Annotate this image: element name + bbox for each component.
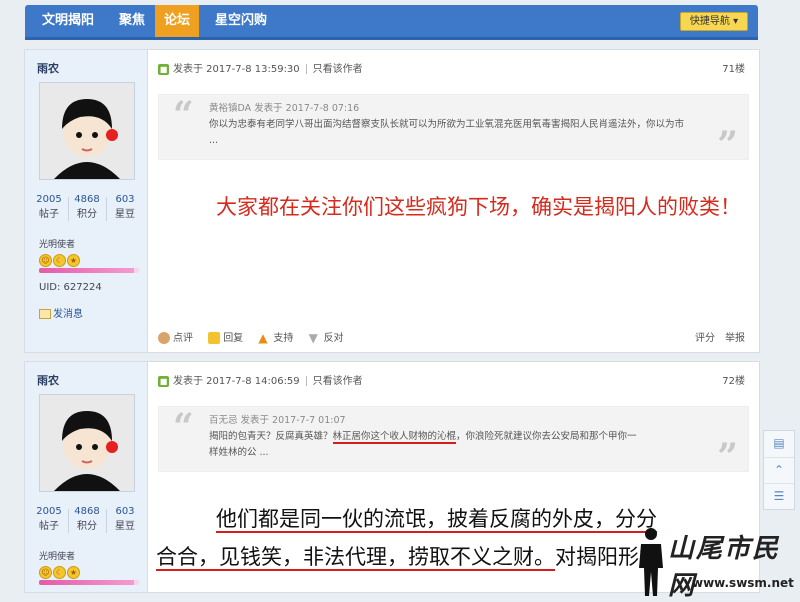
star-medal-icon[interactable]: ★ (67, 566, 80, 579)
watermark-text: 山尾市民网 (668, 534, 781, 601)
author-name[interactable]: 雨农 (37, 372, 59, 388)
forum-post: 雨农 2005 帖子 4868 积分 (24, 49, 760, 353)
floor-number[interactable]: 72楼 (722, 372, 745, 387)
moon-medal-icon[interactable]: ☾ (53, 254, 66, 267)
stat-posts[interactable]: 2005 帖子 (31, 506, 67, 532)
back-to-top-icon[interactable]: ⌃ (764, 457, 794, 483)
only-author-link[interactable]: 只看该作者 (313, 376, 363, 387)
star-medal-icon[interactable]: ★ (67, 254, 80, 267)
quote-open-icon: “ (173, 94, 194, 136)
avatar-image (40, 395, 134, 491)
watermark: 山尾市民网 www.swsm.net (636, 526, 800, 601)
post-time: 发表于 2017-7-8 14:06:59 (173, 376, 300, 387)
post-online-icon: ■ (158, 63, 169, 75)
author-stats: 2005 帖子 4868 积分 603 星豆 (31, 506, 143, 536)
reply-button[interactable]: 回复 (208, 326, 243, 352)
list-icon[interactable]: ☰ (764, 483, 794, 509)
quote-author: 黄裕镇DA 发表于 2017-7-8 07:16 (209, 103, 360, 114)
stat-stars[interactable]: 603 星豆 (107, 506, 143, 532)
watermark-url: www.swsm.net (692, 576, 794, 590)
nav-item-wenming[interactable]: 文明揭阳 (29, 5, 107, 37)
nav-item-forum[interactable]: 论坛 (155, 5, 199, 37)
send-message-link[interactable]: 发消息 (39, 305, 83, 320)
level-progress-bar (39, 580, 139, 585)
sun-medal-icon[interactable]: ☺ (39, 254, 52, 267)
post-actions: 点评 回复 ▲ 支持 ▼ 反对 评分 举报 (158, 326, 749, 352)
envelope-icon (39, 309, 51, 319)
top-nav-bar: 文明揭阳 聚焦 论坛 星空闪购 快捷导航 ▾ (25, 5, 758, 40)
quote-text: 你以为忠泰有老同学八哥出面沟结督察支队长就可以为所欲为工业氧混充医用氧毒害揭阳人… (209, 119, 685, 146)
stat-stars[interactable]: 603 星豆 (107, 194, 143, 220)
comment-button[interactable]: 点评 (158, 326, 193, 352)
avatar[interactable] (39, 82, 135, 180)
post-body: 大家都在关注你们这些疯狗下场，确实是揭阳人的败类！ (216, 195, 741, 219)
quote-text: 揭阳的包青天？反腐真英雄？林正居你这个收人财物的沁棍，你浪险死就建议你去公安局和… (209, 431, 637, 458)
nav-item-flash-sale[interactable]: 星空闪购 (203, 5, 279, 37)
stat-points[interactable]: 4868 积分 (69, 506, 105, 532)
chevron-down-icon: ▾ (733, 16, 739, 27)
author-stats: 2005 帖子 4868 积分 603 星豆 (31, 194, 143, 224)
reply-icon (208, 332, 221, 344)
person-silhouette-icon (639, 528, 663, 596)
quote-author: 百无忌 发表于 2017-7-7 01:07 (209, 415, 346, 426)
underlined-name: 林正居你这个收人财物的沁棍 (332, 431, 457, 444)
moon-medal-icon[interactable]: ☾ (53, 566, 66, 579)
medal-row: ☺ ☾ ★ (39, 564, 81, 579)
user-id: UID: 627224 (39, 282, 102, 293)
report-button[interactable]: 举报 (725, 326, 745, 352)
quote-block: “ 百无忌 发表于 2017-7-7 01:07 揭阳的包青天？反腐真英雄？林正… (158, 406, 749, 477)
quote-close-icon: ” (717, 436, 738, 478)
thumbs-down-icon: ▼ (308, 331, 318, 345)
avatar[interactable] (39, 394, 135, 492)
stat-posts[interactable]: 2005 帖子 (31, 194, 67, 220)
post-online-icon: ■ (158, 375, 169, 387)
post-meta: ■ 发表于 2017-7-8 13:59:30 只看该作者 71楼 (158, 60, 749, 75)
rate-button[interactable]: 评分 (695, 326, 715, 352)
post-meta: ■ 发表于 2017-7-8 14:06:59 只看该作者 72楼 (158, 372, 749, 387)
stat-points[interactable]: 4868 积分 (69, 194, 105, 220)
only-author-link[interactable]: 只看该作者 (313, 64, 363, 75)
level-progress-bar (39, 268, 139, 273)
thumbs-up-icon: ▲ (258, 331, 268, 345)
nav-item-focus[interactable]: 聚焦 (107, 5, 157, 37)
post-content: ■ 发表于 2017-7-8 13:59:30 只看该作者 71楼 “ 黄裕镇DA … (148, 50, 759, 352)
author-name[interactable]: 雨农 (37, 60, 59, 76)
quick-reply-icon[interactable]: ▤ (764, 431, 794, 456)
floor-number[interactable]: 71楼 (722, 60, 745, 75)
quote-block: “ 黄裕镇DA 发表于 2017-7-8 07:16 你以为忠泰有老同学八哥出面… (158, 94, 749, 165)
quote-close-icon: ” (717, 124, 738, 166)
avatar-image (40, 83, 134, 179)
user-rank[interactable]: 光明使者 (39, 237, 75, 250)
author-sidebar: 雨农 2005 帖子 4868 积分 (25, 50, 148, 352)
quick-nav-label: 快捷导航 (689, 16, 730, 27)
post-time: 发表于 2017-7-8 13:59:30 (173, 64, 300, 75)
author-sidebar: 雨农 2005 帖子 4868 积分 (25, 362, 148, 592)
support-button[interactable]: ▲ 支持 (258, 326, 293, 352)
user-rank[interactable]: 光明使者 (39, 549, 75, 562)
floating-toolbar: ▤ ⌃ ☰ (763, 430, 795, 510)
medal-row: ☺ ☾ ★ (39, 252, 81, 267)
comment-icon (158, 332, 170, 344)
quote-open-icon: “ (173, 406, 194, 448)
quick-nav-button[interactable]: 快捷导航 ▾ (680, 12, 748, 31)
sun-medal-icon[interactable]: ☺ (39, 566, 52, 579)
oppose-button[interactable]: ▼ 反对 (309, 326, 344, 352)
